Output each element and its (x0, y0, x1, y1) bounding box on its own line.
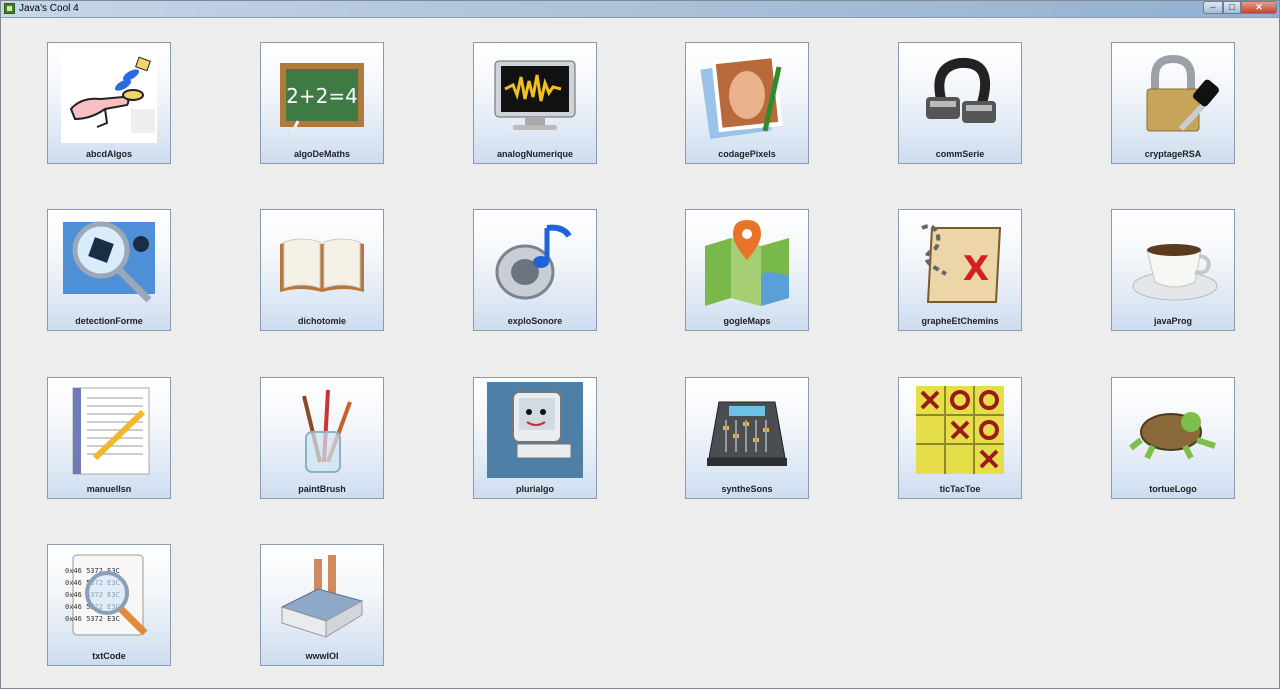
portrait-pencil-icon (698, 47, 796, 143)
brushes-jar-icon (273, 382, 371, 478)
tile-label: txtCode (92, 651, 126, 661)
speaker-note-icon (486, 214, 584, 310)
open-book-icon (273, 214, 371, 310)
tile-goglemaps[interactable]: gogleMaps (685, 209, 809, 331)
chalkboard-icon: 2+2=4 (273, 47, 371, 143)
tile-detectionforme[interactable]: detectionForme (47, 209, 171, 331)
turtle-icon (1124, 382, 1222, 478)
tile-label: manuelIsn (86, 484, 132, 494)
tile-label: syntheSons (721, 484, 773, 494)
maximize-button[interactable]: □ (1223, 1, 1241, 14)
tile-label: codagePixels (718, 149, 776, 159)
tile-manuelisn[interactable]: manuelIsn (47, 377, 171, 499)
minimize-button[interactable]: – (1203, 1, 1223, 14)
tile-label: algoDeMaths (293, 149, 350, 159)
proglet-grid: abcdAlgos 2+2=4 algoDeMaths analogNumeri… (1, 18, 1279, 688)
text-magnifier-icon: 0x46 5372 E3C 0x46 5372 E3C 0x46 5372 E3… (60, 549, 158, 645)
document-pencil-icon (60, 382, 158, 478)
mixing-console-icon (698, 382, 796, 478)
computer-character-icon (486, 382, 584, 478)
tile-txtcode[interactable]: 0x46 5372 E3C 0x46 5372 E3C 0x46 5372 E3… (47, 544, 171, 666)
map-marker: X (963, 249, 989, 289)
app-window: Java's Cool 4 – □ ✕ abcdAlgos 2+2=4 algo… (0, 0, 1280, 689)
tile-label: analogNumerique (496, 149, 573, 159)
tile-tictactoe[interactable]: ticTacToe (898, 377, 1022, 499)
tile-javaprog[interactable]: javaProg (1111, 209, 1235, 331)
tile-label: detectionForme (75, 316, 143, 326)
map-pin-icon (698, 214, 796, 310)
window-title: Java's Cool 4 (19, 3, 79, 14)
tile-algodemaths[interactable]: 2+2=4 algoDeMaths (260, 42, 384, 164)
code-line: 0x46 5372 E3C (65, 615, 120, 623)
serial-cable-icon (911, 47, 1009, 143)
tictactoe-board-icon (911, 382, 1009, 478)
tile-cryptagersa[interactable]: cryptageRSA (1111, 42, 1235, 164)
tile-label: commSerie (935, 149, 985, 159)
padlock-key-icon (1124, 47, 1222, 143)
tile-label: abcdAlgos (85, 149, 132, 159)
tile-plurialgo[interactable]: plurialgo (473, 377, 597, 499)
tile-label: exploSonore (507, 316, 563, 326)
tile-commserie[interactable]: commSerie (898, 42, 1022, 164)
coffee-cup-icon (1124, 214, 1222, 310)
tile-label: cryptageRSA (1144, 149, 1202, 159)
tile-label: javaProg (1153, 316, 1193, 326)
tile-abcdalgos[interactable]: abcdAlgos (47, 42, 171, 164)
tile-dichotomie[interactable]: dichotomie (260, 209, 384, 331)
tile-label: paintBrush (298, 484, 346, 494)
factory-icon (273, 549, 371, 645)
monitor-waveform-icon (486, 47, 584, 143)
close-button[interactable]: ✕ (1241, 1, 1277, 14)
tile-codagepixels[interactable]: codagePixels (685, 42, 809, 164)
tile-label: grapheEtChemins (921, 316, 999, 326)
tile-label: dichotomie (297, 316, 346, 326)
tile-analognumerique[interactable]: analogNumerique (473, 42, 597, 164)
tile-tortuelogo[interactable]: tortueLogo (1111, 377, 1235, 499)
tile-wwwioi[interactable]: wwwIOI (260, 544, 384, 666)
treasure-map-icon: X (911, 214, 1009, 310)
tile-label: wwwIOI (305, 651, 339, 661)
svg-text:2+2=4: 2+2=4 (286, 84, 358, 108)
tile-label: ticTacToe (939, 484, 981, 494)
tile-label: gogleMaps (723, 316, 771, 326)
title-bar[interactable]: Java's Cool 4 – □ ✕ (1, 1, 1279, 18)
tile-label: plurialgo (516, 484, 554, 494)
tile-explosonore[interactable]: exploSonore (473, 209, 597, 331)
tile-synthesons[interactable]: syntheSons (685, 377, 809, 499)
window-controls: – □ ✕ (1203, 1, 1277, 15)
tile-label: tortueLogo (1149, 484, 1197, 494)
java-app-icon (4, 3, 15, 14)
magnifier-shapes-icon (60, 214, 158, 310)
hand-pointing-icon (60, 47, 158, 143)
tile-grapheetchemins[interactable]: X grapheEtChemins (898, 209, 1022, 331)
tile-paintbrush[interactable]: paintBrush (260, 377, 384, 499)
